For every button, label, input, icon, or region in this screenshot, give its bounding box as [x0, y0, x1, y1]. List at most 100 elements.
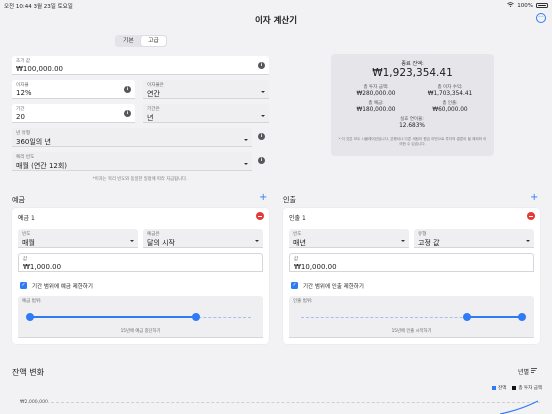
term-field[interactable]: 기간 20 i: [12, 104, 135, 123]
withdrawal-amount-value: ₩10,000.00: [294, 263, 337, 271]
period-button-label: 년별: [518, 369, 530, 376]
deposit-amount-label: 값: [23, 257, 28, 262]
compounding-select[interactable]: 복리 빈도 매월 (연간 12회): [12, 152, 252, 171]
app-title: 이자 계산기: [254, 16, 298, 26]
mode-segmented-control: 기본 고급: [115, 35, 167, 47]
balance-chart-title: 잔액 변화: [12, 368, 44, 377]
withdrawal-amount-field[interactable]: 값 ₩10,000.00: [289, 253, 534, 272]
deposit-frequency-label: 빈도: [22, 232, 31, 237]
withdrawal-range-caption: 15년에 인출 시작하기: [391, 329, 432, 334]
deposit-timing-value: 달의 시작: [147, 239, 175, 247]
info-icon[interactable]: i: [124, 86, 131, 93]
chevron-down-icon: [244, 163, 248, 165]
deposit-range-start-handle[interactable]: [26, 313, 34, 321]
deposit-limit-label: 기간 범위에 예금 제한하기: [32, 284, 93, 290]
rate-period-label: 이자율은: [147, 83, 164, 88]
deposit-range-caption: 15년에 예금 중단하기: [120, 329, 161, 334]
withdrawal-frequency-select[interactable]: 빈도 매년: [289, 229, 409, 248]
rate-period-value: 연간: [147, 90, 160, 98]
rate-label: 이자율: [16, 83, 29, 88]
result-item-label: 총 예금:: [368, 101, 384, 106]
wifi-icon: [507, 2, 515, 9]
legend-item: 잔액: [492, 385, 506, 391]
rate-period-select[interactable]: 이자율은 연간: [143, 80, 269, 99]
term-unit-label: 기간은: [147, 107, 160, 112]
deposit-timing-select[interactable]: 예금은 달의 시작: [143, 229, 263, 248]
result-item: 총 이자 수익: ₩1,703,354.41: [415, 84, 485, 97]
legend-item: 총 투자 금액: [512, 385, 542, 391]
deposit-range-label: 예금 범위:: [22, 299, 42, 304]
withdrawal-frequency-label: 빈도: [293, 232, 302, 237]
result-item-value: ₩180,000.00: [356, 107, 396, 113]
info-icon[interactable]: i: [258, 133, 265, 140]
deposit-limit-checkbox[interactable]: ✓: [20, 282, 27, 289]
principal-field[interactable]: 초기 값 ₩100,000.00 i: [12, 56, 269, 75]
delete-deposit-button[interactable]: [256, 212, 264, 220]
deposits-section-title: 예금: [12, 196, 25, 204]
result-item: 총 예금: ₩180,000.00: [341, 100, 411, 113]
status-bar: 오전 10:44 3월 23일 토요일 100%: [0, 0, 552, 10]
info-icon[interactable]: i: [124, 110, 131, 117]
period-button[interactable]: 년별: [518, 367, 538, 376]
effective-yield-label: 실효 연이율:: [400, 117, 424, 122]
chart-gridline: [46, 402, 540, 403]
more-options-icon[interactable]: ···: [536, 13, 546, 23]
deposit-amount-field[interactable]: 값 ₩1,000.00: [18, 253, 263, 272]
deposit-frequency-value: 매월: [22, 239, 35, 247]
chevron-down-icon: [244, 139, 248, 141]
term-unit-value: 년: [147, 114, 154, 122]
chevron-down-icon: [130, 240, 134, 242]
info-icon[interactable]: i: [258, 157, 265, 164]
chevron-down-icon: [261, 115, 265, 117]
deposit-frequency-select[interactable]: 빈도 매월: [18, 229, 138, 248]
withdrawal-type-value: 고정 값: [418, 239, 440, 247]
withdrawal-limit-checkbox[interactable]: ✓: [291, 282, 298, 289]
chevron-down-icon: [526, 240, 530, 242]
withdrawal-type-label: 유형: [418, 232, 427, 237]
withdrawals-section-title: 인출: [283, 196, 296, 204]
tab-basic[interactable]: 기본: [116, 36, 141, 46]
day-count-label: 년 유형: [16, 131, 31, 136]
add-deposit-button[interactable]: +: [259, 193, 267, 203]
deposit-amount-value: ₩1,000.00: [23, 263, 62, 271]
delete-withdrawal-button[interactable]: [527, 212, 535, 220]
day-count-value: 360일의 년: [16, 138, 51, 146]
term-unit-select[interactable]: 기간은 년: [143, 104, 269, 123]
withdrawal-type-select[interactable]: 유형 고정 값: [414, 229, 534, 248]
chart-legend: 잔액 총 투자 금액: [492, 385, 542, 391]
battery-percent: 100%: [517, 2, 533, 9]
rate-field[interactable]: 이자율 12% i: [12, 80, 135, 99]
result-item-label: 총 투자 금액:: [363, 85, 389, 90]
withdrawal-limit-label: 기간 범위에 인출 제한하기: [303, 284, 364, 290]
legend-label: 잔액: [498, 386, 507, 391]
deposit-range-end-handle[interactable]: [191, 313, 200, 321]
final-balance-value: ₩1,923,354.41: [372, 67, 453, 79]
simulation-disclaimer: * 이 것은 모두 시뮬레이션입니다. 은행이나 다른 세팅이 원금 이번으로 …: [338, 137, 487, 146]
compounding-value: 매월 (연간 12회): [16, 162, 68, 170]
tab-advanced[interactable]: 고급: [141, 36, 166, 46]
withdrawal-range-start-handle[interactable]: [462, 313, 471, 321]
withdrawal-amount-label: 값: [294, 257, 299, 262]
result-item-value: ₩280,000.00: [356, 91, 396, 97]
principal-value: ₩100,000.00: [16, 65, 64, 73]
deposit-range: 예금 범위: 15년에 예금 중단하기: [18, 296, 263, 338]
withdrawal-range-label: 인출 범위:: [293, 299, 313, 304]
withdrawal-card: 인출 1 빈도 매년 유형 고정 값 값 ₩10,000.00 ✓ 기간 범위에…: [283, 208, 540, 344]
chevron-down-icon: [261, 91, 265, 93]
info-icon[interactable]: i: [258, 62, 265, 69]
legend-swatch: [512, 385, 517, 390]
effective-yield: 실효 연이율: 12.683%: [377, 116, 447, 129]
deposit-range-fill: [30, 316, 196, 318]
deposit-card-title: 예금 1: [18, 215, 35, 222]
principal-label: 초기 값: [16, 59, 31, 64]
balance-line-chart: [500, 400, 539, 414]
result-item-label: 총 인출:: [442, 101, 458, 106]
effective-yield-value: 12.683%: [399, 123, 425, 129]
day-count-select[interactable]: 년 유형 360일의 년: [12, 128, 252, 147]
result-item: 총 투자 금액: ₩280,000.00: [341, 84, 411, 97]
deposit-card: 예금 1 빈도 매월 예금은 달의 시작 값 ₩1,000.00 ✓ 기간 범위…: [12, 208, 269, 344]
result-item-value: ₩60,000.00: [432, 107, 468, 113]
result-item: 총 인출: ₩60,000.00: [415, 100, 485, 113]
add-withdrawal-button[interactable]: +: [530, 193, 538, 203]
withdrawal-range-end-handle[interactable]: [518, 313, 526, 321]
